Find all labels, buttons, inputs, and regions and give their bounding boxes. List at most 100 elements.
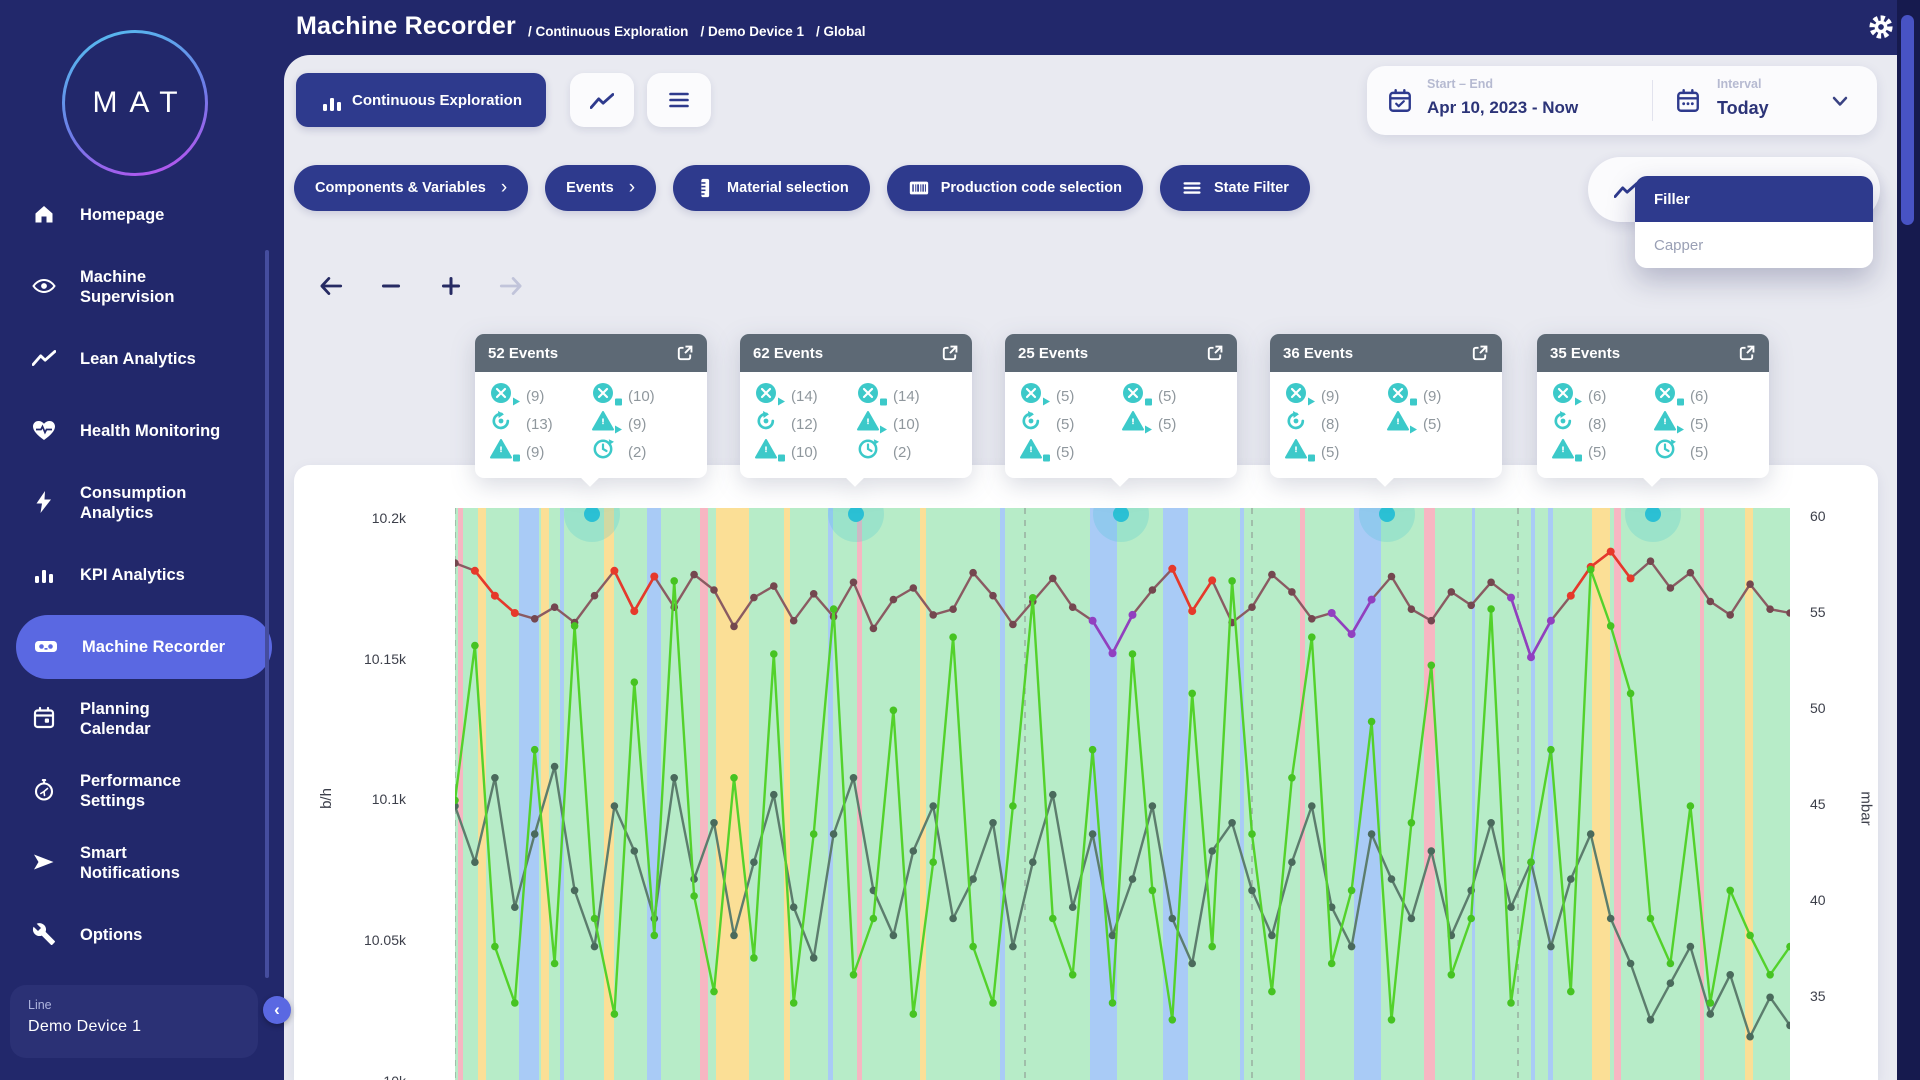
external-link-icon[interactable] [1470,344,1489,363]
left-axis-tick: 10.1k [336,791,406,807]
breadcrumb-item[interactable]: / Demo Device 1 [700,24,804,42]
event-count-row: (2) [856,438,920,466]
event-count-row: (8) [1551,410,1653,438]
event-count: (5) [1321,444,1339,461]
date-range-value: Apr 10, 2023 - Now [1427,98,1578,118]
sidebar-item-machine-recorder[interactable]: Machine Recorder [16,615,272,679]
zoom-in-button[interactable] [434,269,468,303]
breadcrumb-item[interactable]: / Continuous Exploration [528,24,689,42]
right-axis-tick: 55 [1810,604,1860,620]
line-view-button[interactable] [570,73,634,127]
sidebar-item-options[interactable]: Options [0,899,284,971]
event-badge-body: (6) (8) (5) (6) (5) (5) [1537,372,1769,478]
sidebar-item-consumption-analytics[interactable]: ConsumptionAnalytics [0,467,284,539]
event-count: (9) [1321,388,1339,405]
event-count-row: (5) [1121,410,1176,438]
sidebar-item-lean-analytics[interactable]: Lean Analytics [0,323,284,395]
dropdown-option-filler[interactable]: Filler [1635,176,1873,222]
sidebar-item-homepage[interactable]: Homepage [0,179,284,251]
date-range-card[interactable]: Start – End Apr 10, 2023 - Now Interval … [1367,66,1877,135]
sidebar-item-label: Health Monitoring [80,421,220,441]
topbar: Machine Recorder / Continuous Exploratio… [284,0,1897,55]
event-count-row: (9) [489,438,591,466]
sidebar-item-performance-settings[interactable]: PerformanceSettings [0,755,284,827]
left-axis-tick: 10k [336,1073,406,1080]
event-badge-title: 35 Events [1550,345,1620,362]
event-badge-title: 62 Events [753,345,823,362]
home-icon [32,202,60,228]
event-count-row: (5) [1551,438,1653,466]
filter-components-variables[interactable]: Components & Variables› [294,165,528,211]
sidebar-item-label: KPI Analytics [80,565,185,585]
filter-events[interactable]: Events› [545,165,656,211]
sidebar-item-machine-supervision[interactable]: MachineSupervision [0,251,284,323]
external-link-icon[interactable] [940,344,959,363]
zoom-out-button[interactable] [374,269,408,303]
external-link-icon[interactable] [1205,344,1224,363]
interval-value: Today [1717,98,1769,119]
event-count: (5) [1158,388,1176,405]
right-axis-tick: 50 [1810,700,1860,716]
material-icon [694,177,716,199]
filter-label: Material selection [727,180,849,196]
sidebar-collapse-button[interactable]: ‹ [263,996,291,1024]
forward-arrow-button[interactable] [494,269,528,303]
warning-square-icon [1551,436,1583,469]
warning-square-icon [1019,436,1051,469]
tab-continuous-exploration[interactable]: Continuous Exploration [296,73,546,127]
chart-plot[interactable] [455,508,1790,1080]
event-count: (13) [526,416,553,433]
sidebar-item-kpi-analytics[interactable]: KPI Analytics [0,539,284,611]
sidebar-item-smart-notifications[interactable]: SmartNotifications [0,827,284,899]
heart-pulse-icon [32,418,60,444]
divider [1652,80,1653,121]
event-count: (5) [1056,444,1074,461]
event-count: (10) [791,444,818,461]
sidebar-item-planning-calendar[interactable]: PlanningCalendar [0,683,284,755]
breadcrumb: / Continuous Exploration / Demo Device 1 /… [516,23,866,41]
chevron-down-icon[interactable] [1829,90,1851,112]
event-badge-header: 52 Events [475,334,707,372]
mat-logo: MAT [62,30,208,176]
event-count: (5) [1158,416,1176,433]
list-view-button[interactable] [647,73,711,127]
sidebar-scrollbar[interactable] [265,250,269,978]
event-count: (9) [526,444,544,461]
breadcrumb-item[interactable]: / Global [816,24,866,42]
event-count: (5) [1690,416,1708,433]
filter-state-filter[interactable]: State Filter [1160,165,1310,211]
external-link-icon[interactable] [1737,344,1756,363]
chevron-left-icon: ‹ [274,1000,280,1020]
event-count-row: (8) [1284,410,1386,438]
event-count-row: (5) [1284,438,1386,466]
calendar-icon [32,706,60,732]
calendar-interval-icon [1675,88,1701,114]
event-badge: 35 Events (6) (8) (5) (6) (5) (5) [1537,334,1769,478]
dropdown-option-capper[interactable]: Capper [1635,222,1873,268]
sidebar: MAT Homepage MachineSupervision Lean Ana… [0,0,284,1080]
sidebar-item-label: ConsumptionAnalytics [80,483,186,523]
filter-production-code-selection[interactable]: Production code selection [887,165,1143,211]
event-count-row: (10) [856,410,920,438]
event-count: (5) [1056,388,1074,405]
gear-icon[interactable] [1868,14,1894,40]
sidebar-item-label: Machine Recorder [82,637,225,657]
bar-chart-icon [320,90,340,110]
zoom-controls [314,269,528,303]
back-arrow-button[interactable] [314,269,348,303]
event-badge-title: 52 Events [488,345,558,362]
tab-label: Continuous Exploration [352,92,522,109]
sidebar-item-health-monitoring[interactable]: Health Monitoring [0,395,284,467]
right-axis-tick: 40 [1810,892,1860,908]
event-badge-body: (5) (5) (5) (5) (5) [1005,372,1237,478]
recorder-icon [34,634,62,660]
filter-material-selection[interactable]: Material selection [673,165,870,211]
external-link-icon[interactable] [675,344,694,363]
event-count: (5) [1588,444,1606,461]
event-count-row: (9) [1284,382,1386,410]
event-count: (8) [1321,416,1339,433]
event-badge-header: 36 Events [1270,334,1502,372]
right-axis-unit: mbar [1858,791,1875,825]
page-scrollbar-track[interactable] [1897,0,1920,1080]
page-scrollbar-thumb[interactable] [1901,15,1914,225]
